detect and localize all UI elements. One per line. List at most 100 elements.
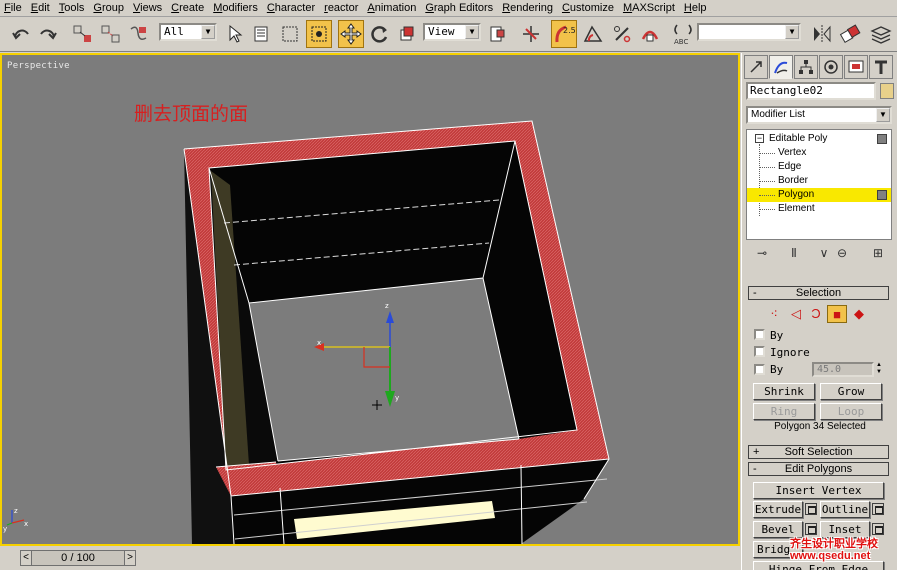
menu-create[interactable]: Create: [171, 0, 204, 17]
use-pivot-center-icon[interactable]: [485, 20, 511, 48]
percent-snap-icon[interactable]: [609, 20, 635, 48]
menu-customize[interactable]: Customize: [562, 0, 614, 17]
perspective-viewport[interactable]: z x y z x y Perspective 删去顶面的面: [0, 53, 740, 546]
menu-graph-editors[interactable]: Graph Editors: [425, 0, 493, 17]
ring-button[interactable]: Ring: [753, 403, 815, 420]
menu-character[interactable]: Character: [267, 0, 315, 17]
object-name-field[interactable]: Rectangle02: [746, 82, 876, 100]
bind-to-space-warp-icon[interactable]: [126, 20, 152, 48]
object-color-swatch[interactable]: [880, 83, 894, 99]
stack-item-element[interactable]: Element: [747, 202, 891, 216]
menu-reactor[interactable]: reactor: [324, 0, 358, 17]
pin-stack-icon[interactable]: ⊸: [752, 244, 772, 262]
make-unique-icon[interactable]: ∨: [814, 244, 834, 262]
select-and-link-icon[interactable]: [70, 20, 96, 48]
stack-item-edge[interactable]: Edge: [747, 160, 891, 174]
by-angle-checkbox[interactable]: [754, 364, 765, 375]
bevel-settings-icon[interactable]: [805, 523, 817, 535]
display-tab-icon[interactable]: [844, 55, 868, 79]
modifier-list-dropdown[interactable]: Modifier List ▼: [746, 106, 892, 124]
menu-modifiers[interactable]: Modifiers: [213, 0, 258, 17]
modify-tab-icon[interactable]: [769, 55, 793, 79]
angle-spinner[interactable]: 45.0: [812, 362, 874, 377]
redo-icon[interactable]: [35, 20, 61, 48]
time-slider[interactable]: < 0 / 100 >: [20, 550, 136, 566]
modifier-enable-icon[interactable]: [877, 134, 887, 144]
selection-filter-dropdown[interactable]: All ▼: [159, 23, 217, 41]
selection-rollout-header[interactable]: - Selection: [748, 286, 889, 300]
menu-bar: File Edit Tools Group Views Create Modifiers Ch…: [0, 0, 897, 17]
menu-tools[interactable]: Tools: [59, 0, 85, 17]
select-object-icon[interactable]: [222, 20, 248, 48]
inset-button[interactable]: Inset: [820, 521, 870, 538]
box-model-scene: z x y z x y: [3, 120, 610, 544]
select-and-manipulate-icon[interactable]: [518, 20, 544, 48]
menu-maxscript[interactable]: MAXScript: [623, 0, 675, 17]
menu-group[interactable]: Group: [93, 0, 124, 17]
named-selection-sets-dropdown[interactable]: ▼: [697, 23, 801, 41]
menu-edit[interactable]: Edit: [31, 0, 50, 17]
viewport-label[interactable]: Perspective: [7, 61, 70, 71]
ignore-backfacing-checkbox[interactable]: [754, 346, 765, 357]
remove-modifier-icon[interactable]: ⊖: [832, 244, 852, 262]
select-and-rotate-icon[interactable]: [367, 20, 393, 48]
collapse-toggle-icon[interactable]: −: [755, 134, 764, 143]
bevel-button[interactable]: Bevel: [753, 521, 803, 538]
element-mode-icon[interactable]: ◆: [849, 305, 869, 323]
stack-item-vertex[interactable]: Vertex: [747, 146, 891, 160]
grow-button[interactable]: Grow: [820, 383, 882, 400]
edit-named-selections-icon[interactable]: ABC: [670, 20, 696, 48]
polygon-mode-icon[interactable]: ■: [827, 305, 847, 323]
hierarchy-tab-icon[interactable]: [794, 55, 818, 79]
soft-selection-rollout-header[interactable]: + Soft Selection: [748, 445, 889, 459]
prev-frame-button[interactable]: <: [20, 550, 32, 566]
menu-file[interactable]: File: [4, 0, 22, 17]
next-frame-button[interactable]: >: [124, 550, 136, 566]
gizmo-z-label: z: [385, 302, 389, 310]
vertex-mode-icon[interactable]: ⁖: [764, 305, 784, 323]
hinge-from-edge-button[interactable]: Hinge From Edge: [753, 561, 884, 570]
shrink-button[interactable]: Shrink: [753, 383, 815, 400]
select-by-name-icon[interactable]: [249, 20, 275, 48]
undo-icon[interactable]: [8, 20, 34, 48]
snap-toggle-icon[interactable]: 2.5: [551, 20, 577, 48]
stack-item-border[interactable]: Border: [747, 174, 891, 188]
unlink-selection-icon[interactable]: [98, 20, 124, 48]
border-mode-icon[interactable]: Ɔ: [806, 305, 826, 323]
utilities-tab-icon[interactable]: [869, 55, 893, 79]
motion-tab-icon[interactable]: [819, 55, 843, 79]
edge-mode-icon[interactable]: ◁: [786, 305, 806, 323]
align-icon[interactable]: [837, 20, 863, 48]
frame-counter: 0 / 100: [61, 552, 95, 564]
chevron-down-icon: ▼: [201, 25, 215, 39]
menu-rendering[interactable]: Rendering: [502, 0, 553, 17]
spinner-snap-icon[interactable]: [637, 20, 663, 48]
stack-item-editable-poly[interactable]: − Editable Poly: [747, 132, 891, 146]
menu-views[interactable]: Views: [133, 0, 162, 17]
layer-manager-icon[interactable]: [868, 20, 894, 48]
create-tab-icon[interactable]: [744, 55, 768, 79]
main-toolbar: All ▼ View ▼ 2.5 ABC ▼: [0, 17, 897, 52]
insert-vertex-button[interactable]: Insert Vertex: [753, 482, 884, 499]
show-end-result-icon[interactable]: Ⅱ: [784, 244, 804, 262]
by-vertex-checkbox[interactable]: [754, 329, 765, 340]
select-and-scale-icon[interactable]: [394, 20, 420, 48]
outline-settings-icon[interactable]: [872, 503, 884, 515]
select-and-move-icon[interactable]: [338, 20, 364, 48]
window-crossing-icon[interactable]: [306, 20, 332, 48]
outline-button[interactable]: Outline: [820, 501, 870, 518]
mirror-icon[interactable]: [809, 20, 835, 48]
extrude-settings-icon[interactable]: [805, 503, 817, 515]
edit-polygons-rollout-header[interactable]: - Edit Polygons: [748, 462, 889, 476]
rectangular-selection-icon[interactable]: [277, 20, 303, 48]
reference-coordinate-dropdown[interactable]: View ▼: [423, 23, 481, 41]
spinner-arrows-icon[interactable]: ▲ ▼: [876, 362, 884, 377]
configure-modifier-sets-icon[interactable]: ⊞: [868, 244, 888, 262]
extrude-button[interactable]: Extrude: [753, 501, 803, 518]
angle-snap-icon[interactable]: [580, 20, 606, 48]
inset-settings-icon[interactable]: [872, 523, 884, 535]
menu-animation[interactable]: Animation: [367, 0, 416, 17]
loop-button[interactable]: Loop: [820, 403, 882, 420]
menu-help[interactable]: Help: [684, 0, 707, 17]
svg-text:z: z: [14, 507, 18, 515]
